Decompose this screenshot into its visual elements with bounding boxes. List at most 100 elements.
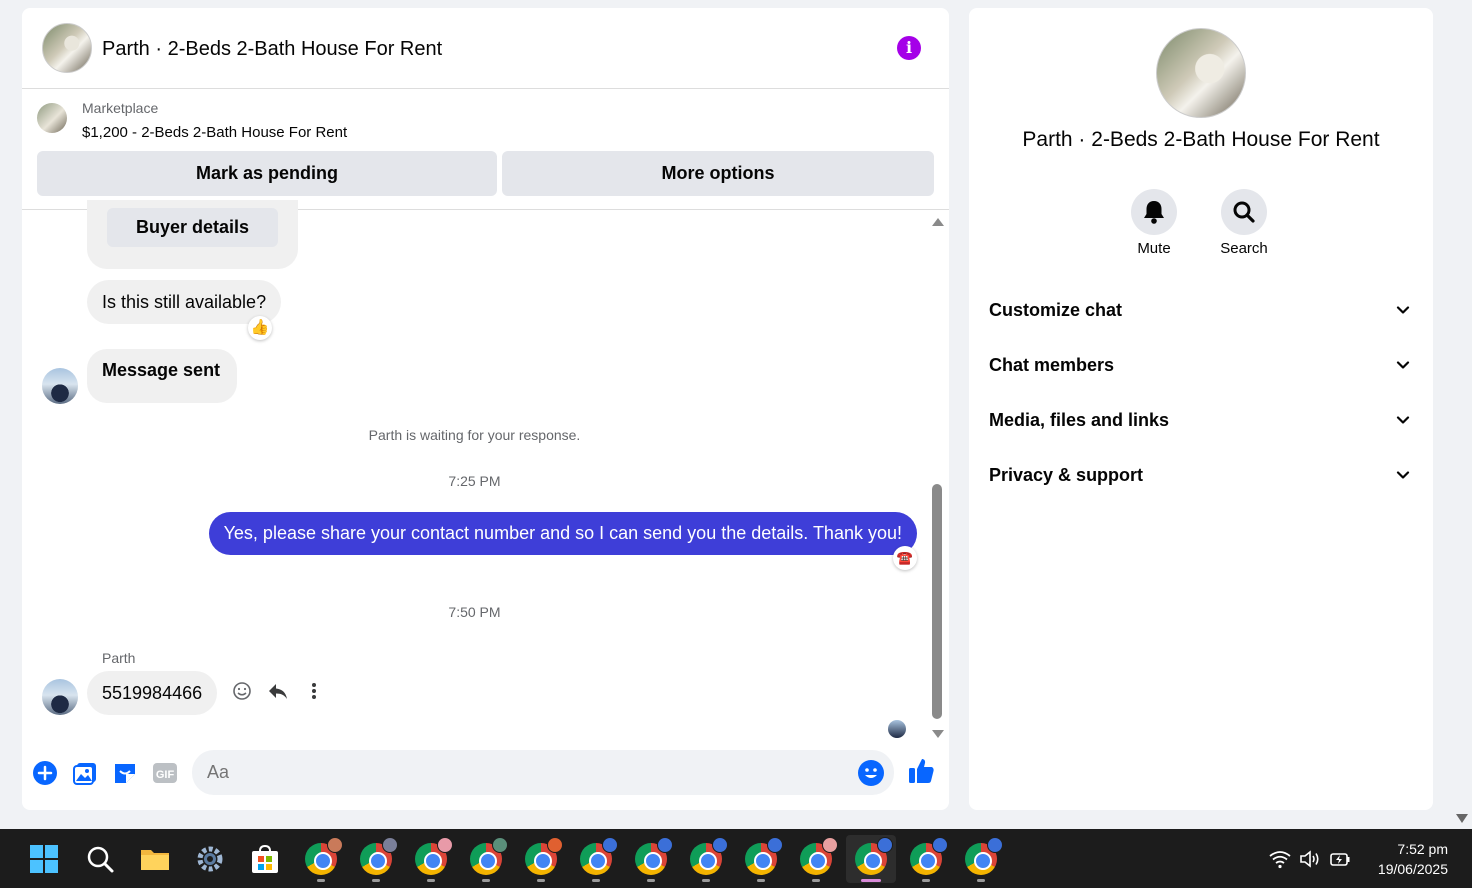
chevron-down-icon (1396, 471, 1410, 479)
waiting-notice: Parth is waiting for your response. (368, 427, 581, 443)
more-vertical-icon[interactable] (302, 681, 326, 705)
mute-button[interactable] (1131, 189, 1177, 235)
chevron-down-icon (1396, 416, 1410, 424)
chrome-icon[interactable] (690, 837, 728, 875)
running-indicator (977, 879, 985, 882)
section-customize-chat[interactable]: Customize chat (989, 290, 1415, 330)
store-icon[interactable] (249, 843, 281, 875)
react-icon[interactable] (230, 681, 254, 705)
seen-avatar (888, 720, 906, 738)
running-indicator (427, 879, 435, 882)
chat-header: Parth · 2-Beds 2-Bath House For Rent i (22, 8, 949, 89)
search-icon (1233, 201, 1255, 223)
info-title: Parth · 2-Beds 2-Bath House For Rent (1022, 128, 1380, 151)
chrome-icon[interactable] (580, 837, 618, 875)
running-indicator (702, 879, 710, 882)
wifi-icon[interactable] (1268, 847, 1292, 871)
plus-icon[interactable] (32, 760, 58, 786)
message-input[interactable] (192, 750, 894, 795)
sender-avatar[interactable] (42, 368, 78, 404)
chrome-icon[interactable] (305, 837, 343, 875)
section-privacy-support[interactable]: Privacy & support (989, 455, 1415, 495)
message-list[interactable]: Buyer details Is this still available? 👍… (22, 200, 927, 740)
scroll-down-arrow[interactable] (932, 730, 944, 738)
running-indicator (317, 879, 325, 882)
listing-price-title[interactable]: $1,200 - 2-Beds 2-Bath House For Rent (82, 124, 347, 141)
active-indicator (861, 879, 881, 882)
page-scroll-down-arrow[interactable] (1456, 814, 1468, 823)
buyer-details-card: Buyer details (87, 200, 298, 269)
message-actions (230, 681, 326, 705)
section-label: Privacy & support (989, 465, 1144, 485)
message-scrollbar[interactable] (930, 218, 944, 738)
mark-as-pending-button[interactable]: Mark as pending (37, 151, 497, 196)
phone-reaction[interactable]: ☎️ (893, 546, 917, 570)
running-indicator (537, 879, 545, 882)
photo-icon[interactable] (72, 760, 98, 786)
chevron-down-icon (1396, 306, 1410, 314)
sticker-icon[interactable] (112, 760, 138, 786)
section-media-files-links[interactable]: Media, files and links (989, 400, 1415, 440)
chevron-down-icon (1396, 361, 1410, 369)
running-indicator (922, 879, 930, 882)
outgoing-message[interactable]: Yes, please share your contact number an… (208, 512, 917, 555)
scroll-up-arrow[interactable] (932, 218, 944, 226)
search-label: Search (1220, 240, 1268, 257)
chrome-icon[interactable] (525, 837, 563, 875)
search-button[interactable] (1221, 189, 1267, 235)
section-label: Customize chat (989, 300, 1123, 320)
chrome-icon[interactable] (470, 837, 508, 875)
info-icon[interactable]: i (897, 36, 921, 60)
system-clock[interactable]: 7:52 pm 19/06/2025 (1378, 839, 1448, 879)
chrome-icon[interactable] (360, 837, 398, 875)
incoming-message[interactable]: 5519984466 (87, 671, 218, 715)
timestamp: 7:25 PM (448, 473, 501, 489)
section-chat-members[interactable]: Chat members (989, 345, 1415, 385)
message-sent-bubble[interactable]: Message sent (87, 349, 237, 403)
running-indicator (482, 879, 490, 882)
bell-icon (1144, 201, 1164, 224)
file-explorer-icon[interactable] (139, 843, 171, 875)
listing-thumbnail[interactable] (37, 103, 67, 133)
clock-date: 19/06/2025 (1377, 861, 1448, 877)
volume-icon[interactable] (1298, 847, 1322, 871)
marketplace-listing: Marketplace $1,200 - 2-Beds 2-Bath House… (22, 89, 949, 210)
running-indicator (812, 879, 820, 882)
chat-title[interactable]: Parth · 2-Beds 2-Bath House For Rent (102, 38, 442, 61)
settings-gear-icon[interactable] (194, 843, 226, 875)
contact-avatar[interactable] (42, 23, 92, 73)
section-label: Media, files and links (989, 410, 1170, 430)
emoji-icon[interactable] (858, 760, 884, 786)
chrome-icon[interactable] (745, 837, 783, 875)
gif-icon[interactable]: GIF (152, 760, 178, 786)
reply-icon[interactable] (266, 681, 290, 705)
svg-text:GIF: GIF (156, 769, 175, 781)
contact-avatar-large[interactable] (1156, 28, 1246, 118)
timestamp: 7:50 PM (448, 604, 501, 620)
chrome-icon[interactable] (635, 837, 673, 875)
running-indicator (757, 879, 765, 882)
thumbs-up-reaction[interactable]: 👍 (248, 316, 272, 340)
search-icon[interactable] (84, 843, 116, 875)
listing-label: Marketplace (82, 100, 159, 116)
running-indicator (592, 879, 600, 882)
battery-icon[interactable] (1328, 847, 1352, 871)
chrome-icon[interactable] (800, 837, 838, 875)
message-composer: GIF (22, 746, 949, 802)
thumbs-up-icon[interactable] (906, 756, 936, 786)
scroll-thumb[interactable] (932, 484, 942, 719)
sender-avatar[interactable] (42, 679, 78, 715)
chrome-icon[interactable] (965, 837, 1003, 875)
running-indicator (647, 879, 655, 882)
conversation-info-panel: Parth · 2-Beds 2-Bath House For Rent Mut… (969, 8, 1433, 810)
section-label: Chat members (989, 355, 1115, 375)
buyer-details-button[interactable]: Buyer details (107, 208, 278, 247)
more-options-button[interactable]: More options (502, 151, 934, 196)
chrome-icon[interactable] (910, 837, 948, 875)
clock-time: 7:52 pm (1397, 841, 1448, 857)
sender-name: Parth (102, 650, 136, 666)
windows-start-icon[interactable] (28, 843, 60, 875)
chrome-icon[interactable] (415, 837, 453, 875)
chrome-icon[interactable] (855, 837, 893, 875)
chat-panel: Parth · 2-Beds 2-Bath House For Rent i M… (22, 8, 949, 810)
